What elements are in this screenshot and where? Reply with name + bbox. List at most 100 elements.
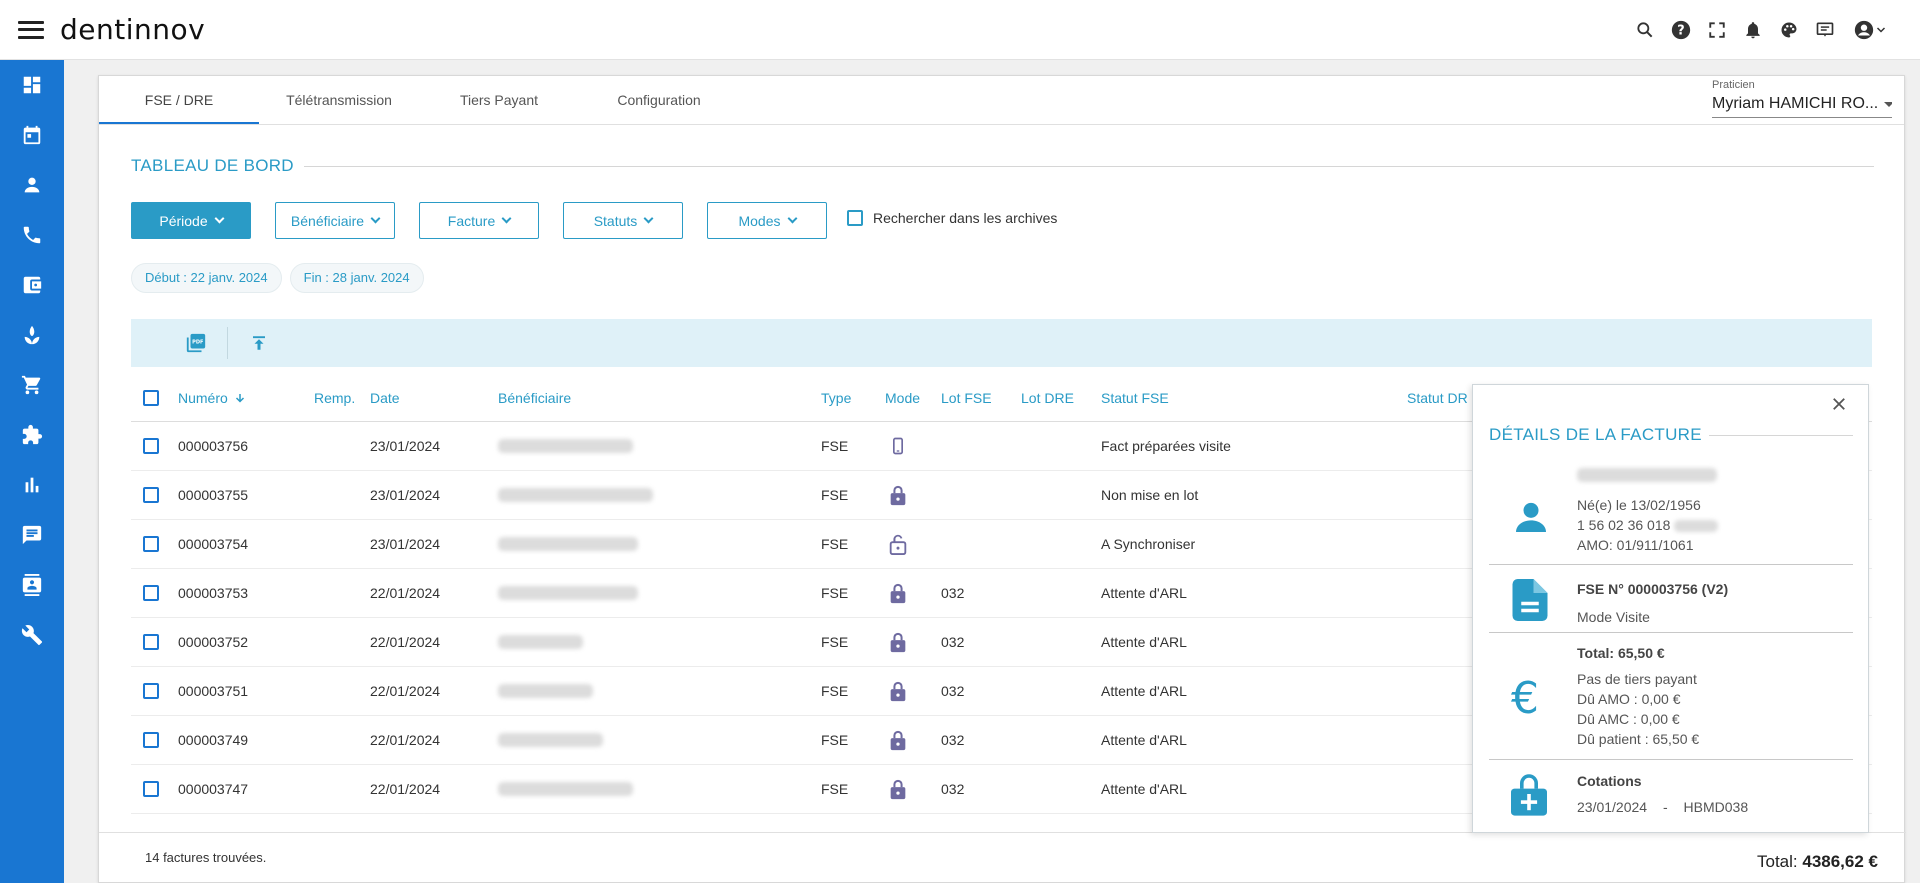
pdf-icon: PDF (186, 333, 206, 353)
details-title: DÉTAILS DE LA FACTURE (1489, 425, 1702, 444)
chip-fin[interactable]: Fin : 28 janv. 2024 (289, 263, 424, 293)
facture-filter-button[interactable]: Facture (419, 202, 539, 239)
message-board-icon[interactable] (1814, 19, 1836, 41)
palette-icon[interactable] (1778, 19, 1800, 41)
cell-date: 23/01/2024 (370, 438, 441, 454)
sidebar-item-care[interactable] (0, 310, 64, 360)
row-checkbox[interactable] (143, 781, 159, 797)
header-beneficiaire[interactable]: Bénéficiaire (498, 374, 571, 421)
upload-button[interactable] (244, 328, 274, 358)
row-checkbox[interactable] (143, 732, 159, 748)
sidebar-item-extensions[interactable] (0, 410, 64, 460)
beneficiaire-filter-label: Bénéficiaire (290, 212, 365, 229)
header-mode[interactable]: Mode (885, 374, 920, 421)
fse-number: FSE N° 000003756 (V2) (1577, 581, 1729, 597)
close-icon (1833, 398, 1845, 410)
praticien-select[interactable]: Praticien Myriam HAMICHI RO... (1712, 79, 1892, 118)
sidebar-item-stats[interactable] (0, 460, 64, 510)
amount-total: Total: 65,50 € (1577, 645, 1665, 661)
cell-beneficiaire-redacted (498, 635, 583, 649)
sidebar-item-messages[interactable] (0, 510, 64, 560)
statuts-filter-button[interactable]: Statuts (563, 202, 683, 239)
cell-numero: 000003756 (178, 438, 249, 454)
periode-filter-button[interactable]: Période (131, 202, 251, 239)
tab-teletransmission[interactable]: Télétransmission (259, 76, 419, 124)
row-checkbox[interactable] (143, 536, 159, 552)
header-numero[interactable]: Numéro (178, 374, 246, 421)
header-statut-fse[interactable]: Statut FSE (1101, 374, 1169, 421)
sidebar-item-phone[interactable] (0, 210, 64, 260)
header-remp[interactable]: Remp. (314, 374, 355, 421)
cell-lot-fse: 032 (941, 683, 965, 699)
cell-lot-fse: 032 (941, 781, 965, 797)
cell-beneficiaire-redacted (498, 733, 603, 747)
modes-filter-button[interactable]: Modes (707, 202, 827, 239)
top-icons: ? (1634, 0, 1890, 60)
menu-icon[interactable] (18, 20, 44, 39)
document-icon (1512, 579, 1548, 621)
search-icon[interactable] (1634, 19, 1656, 41)
footer-total: Total: 4386,62 € (1757, 852, 1878, 872)
fse-section: FSE N° 000003756 (V2) Mode Visite (1489, 567, 1853, 633)
select-all-checkbox[interactable] (143, 389, 159, 406)
cell-type: FSE (821, 683, 849, 699)
cell-beneficiaire-redacted (498, 537, 638, 551)
beneficiaire-filter-button[interactable]: Bénéficiaire (275, 202, 395, 239)
row-checkbox[interactable] (143, 438, 159, 454)
cell-beneficiaire-redacted (498, 684, 593, 698)
footer-total-value: 4386,62 € (1802, 852, 1878, 871)
header-type[interactable]: Type (821, 374, 851, 421)
fse-mode: Mode Visite (1577, 609, 1650, 625)
row-checkbox[interactable] (143, 634, 159, 650)
tab-fse-dre[interactable]: FSE / DRE (99, 76, 259, 124)
lock-open-icon (888, 520, 908, 568)
sidebar-item-calendar[interactable] (0, 110, 64, 160)
sidebar-item-patients[interactable] (0, 160, 64, 210)
cell-beneficiaire-redacted (498, 439, 633, 453)
details-title-divider (1709, 435, 1853, 436)
sidebar-item-contacts[interactable] (0, 560, 64, 610)
cart-icon (21, 375, 41, 395)
sidebar (0, 60, 64, 883)
lock-plus-icon (1511, 774, 1547, 816)
account-menu[interactable] (1850, 19, 1890, 41)
cotation-date: 23/01/2024 (1577, 799, 1648, 815)
sidebar-item-settings[interactable] (0, 610, 64, 660)
bell-icon[interactable] (1742, 19, 1764, 41)
archives-label: Rechercher dans les archives (873, 209, 1058, 226)
header-date[interactable]: Date (370, 374, 400, 421)
close-button[interactable] (1830, 395, 1850, 415)
header-lot-fse[interactable]: Lot FSE (941, 374, 992, 421)
tab-tiers-payant[interactable]: Tiers Payant (419, 76, 579, 124)
lock-icon (888, 569, 908, 617)
cell-numero: 000003755 (178, 487, 249, 503)
archives-checkbox[interactable] (847, 209, 863, 226)
row-checkbox[interactable] (143, 585, 159, 601)
fullscreen-icon[interactable] (1706, 19, 1728, 41)
cell-date: 22/01/2024 (370, 634, 441, 650)
cell-lot-fse: 032 (941, 585, 965, 601)
sort-down-icon (235, 393, 244, 403)
toolbar-divider (227, 327, 228, 359)
wrench-icon (21, 625, 43, 646)
header-lot-dre[interactable]: Lot DRE (1021, 374, 1074, 421)
mobile-icon (888, 422, 908, 470)
pdf-export-button[interactable]: PDF (181, 328, 211, 358)
praticien-value-field[interactable]: Myriam HAMICHI RO... (1712, 91, 1892, 118)
periode-filter-label: Période (159, 212, 208, 229)
cell-date: 22/01/2024 (370, 781, 441, 797)
dropdown-caret-icon (1884, 101, 1892, 107)
cell-statut-fse: Non mise en lot (1101, 487, 1199, 503)
sidebar-item-wallet[interactable] (0, 260, 64, 310)
cell-type: FSE (821, 487, 849, 503)
chevron-down-icon (643, 213, 654, 224)
row-checkbox[interactable] (143, 487, 159, 503)
cell-type: FSE (821, 781, 849, 797)
sidebar-item-cart[interactable] (0, 360, 64, 410)
chip-debut[interactable]: Début : 22 janv. 2024 (131, 263, 282, 293)
help-icon[interactable]: ? (1670, 19, 1692, 41)
row-checkbox[interactable] (143, 683, 159, 699)
header-statut-dre[interactable]: Statut DR (1407, 374, 1468, 421)
tab-configuration[interactable]: Configuration (579, 76, 739, 124)
sidebar-item-dashboard[interactable] (0, 60, 64, 110)
